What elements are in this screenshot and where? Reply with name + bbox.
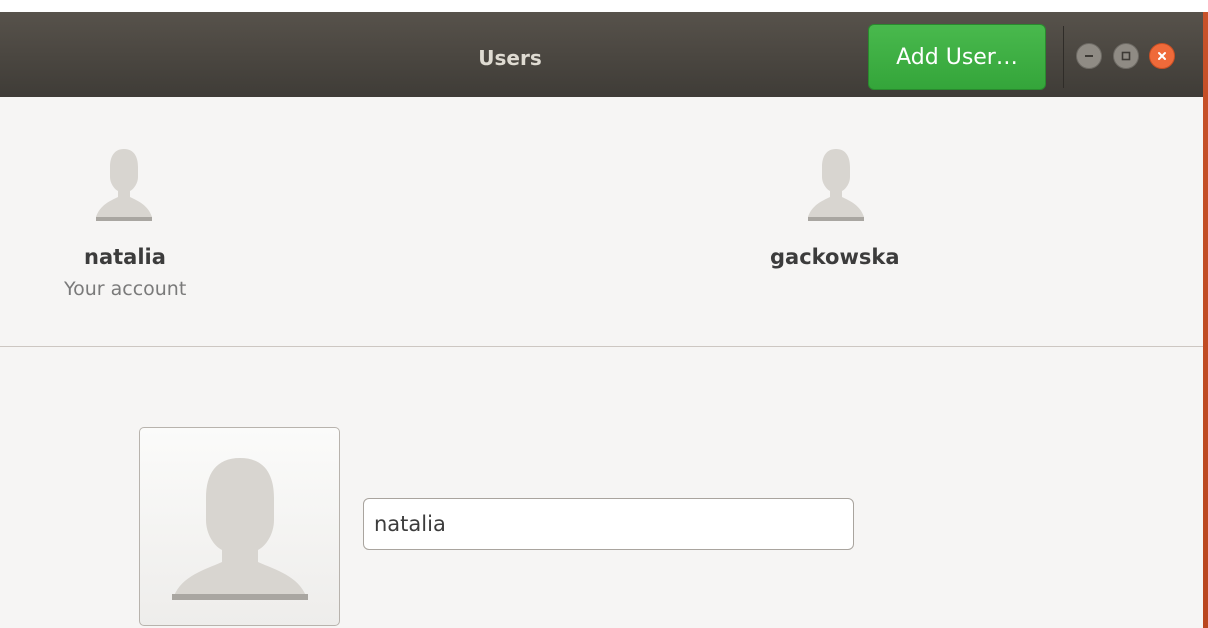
desktop-background	[0, 0, 1208, 12]
close-icon	[1158, 52, 1166, 60]
maximize-icon	[1121, 51, 1131, 61]
desktop-background-edge	[1203, 12, 1208, 628]
user-item-natalia[interactable]: natalia Your account	[40, 97, 240, 346]
header-separator	[1063, 26, 1064, 88]
maximize-button[interactable]	[1113, 43, 1139, 69]
window-title: Users	[478, 46, 542, 70]
header-bar: Users Add User…	[0, 12, 1203, 97]
minimize-button[interactable]	[1076, 43, 1102, 69]
account-details	[0, 347, 1203, 628]
users-window: Users Add User… natalia Your account gac…	[0, 12, 1203, 628]
user-name: natalia	[84, 245, 166, 269]
user-avatar-icon	[808, 149, 864, 221]
close-button[interactable]	[1149, 43, 1175, 69]
user-avatar-icon	[172, 458, 308, 600]
user-avatar-icon	[96, 149, 152, 221]
minimize-icon	[1085, 55, 1093, 57]
avatar-button[interactable]	[139, 427, 340, 626]
user-item-gackowska[interactable]: gackowska	[740, 97, 960, 346]
user-name: gackowska	[770, 245, 900, 269]
user-list: natalia Your account gackowska	[0, 97, 1203, 346]
add-user-button[interactable]: Add User…	[868, 24, 1046, 90]
user-subtitle: Your account	[64, 278, 187, 300]
full-name-field[interactable]	[363, 498, 854, 550]
